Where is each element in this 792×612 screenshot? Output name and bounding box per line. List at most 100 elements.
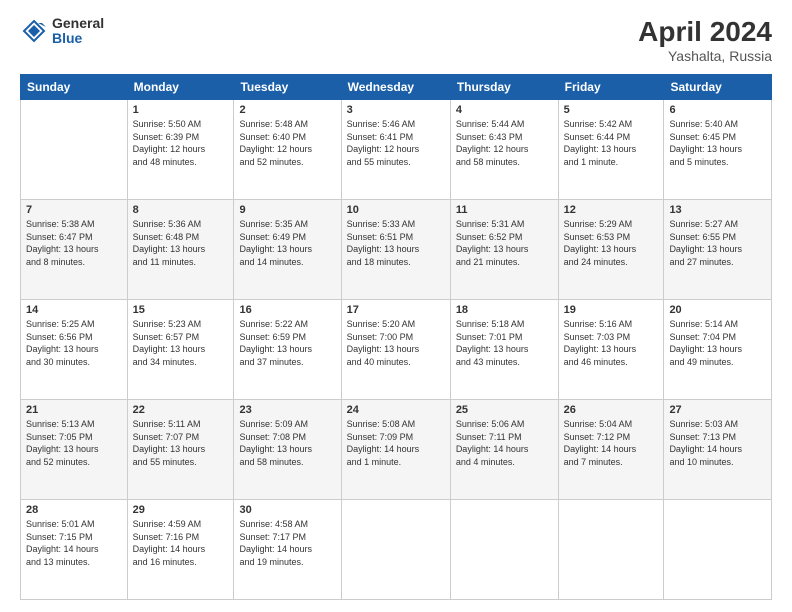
- day-number: 3: [347, 104, 445, 116]
- day-info: Sunrise: 5:14 AM Sunset: 7:04 PM Dayligh…: [669, 318, 766, 368]
- day-number: 2: [239, 104, 335, 116]
- col-friday: Friday: [558, 75, 664, 100]
- col-sunday: Sunday: [21, 75, 128, 100]
- day-info: Sunrise: 4:59 AM Sunset: 7:16 PM Dayligh…: [133, 518, 229, 568]
- day-number: 14: [26, 304, 122, 316]
- day-info: Sunrise: 5:48 AM Sunset: 6:40 PM Dayligh…: [239, 118, 335, 168]
- calendar-cell: 4 Sunrise: 5:44 AM Sunset: 6:43 PM Daylig…: [450, 100, 558, 200]
- calendar-cell: 8 Sunrise: 5:36 AM Sunset: 6:48 PM Daylig…: [127, 200, 234, 300]
- day-info: Sunrise: 5:35 AM Sunset: 6:49 PM Dayligh…: [239, 218, 335, 268]
- day-info: Sunrise: 5:08 AM Sunset: 7:09 PM Dayligh…: [347, 418, 445, 468]
- calendar-cell: [21, 100, 128, 200]
- calendar-cell: 18 Sunrise: 5:18 AM Sunset: 7:01 PM Dayli…: [450, 300, 558, 400]
- day-number: 4: [456, 104, 553, 116]
- day-info: Sunrise: 5:18 AM Sunset: 7:01 PM Dayligh…: [456, 318, 553, 368]
- calendar-cell: 23Sunrise: 5:09 AM Sunset: 7:08 PM Dayli…: [234, 400, 341, 500]
- calendar-table: Sunday Monday Tuesday Wednesday Thursday…: [20, 74, 772, 600]
- day-info: Sunrise: 5:50 AM Sunset: 6:39 PM Dayligh…: [133, 118, 229, 168]
- day-number: 19: [564, 304, 659, 316]
- calendar-cell: 3Sunrise: 5:46 AM Sunset: 6:41 PM Daylig…: [341, 100, 450, 200]
- title-block: April 2024 Yashalta, Russia: [638, 16, 772, 64]
- day-info: Sunrise: 5:38 AM Sunset: 6:47 PM Dayligh…: [26, 218, 122, 268]
- day-number: 17: [347, 304, 445, 316]
- calendar-row-5: 28 Sunrise: 5:01 AM Sunset: 7:15 PM Dayli…: [21, 500, 772, 600]
- calendar-row-3: 14 Sunrise: 5:25 AM Sunset: 6:56 PM Dayli…: [21, 300, 772, 400]
- calendar-cell: 27 Sunrise: 5:03 AM Sunset: 7:13 PM Dayli…: [664, 400, 772, 500]
- header: General Blue April 2024 Yashalta, Russia: [20, 16, 772, 64]
- day-number: 30: [239, 504, 335, 516]
- calendar-row-1: 1Sunrise: 5:50 AM Sunset: 6:39 PM Daylig…: [21, 100, 772, 200]
- calendar-cell: 12 Sunrise: 5:29 AM Sunset: 6:53 PM Dayli…: [558, 200, 664, 300]
- calendar-cell: [558, 500, 664, 600]
- day-number: 12: [564, 204, 659, 216]
- logo-general-text: General: [52, 16, 104, 31]
- calendar-cell: 29 Sunrise: 4:59 AM Sunset: 7:16 PM Dayli…: [127, 500, 234, 600]
- day-number: 29: [133, 504, 229, 516]
- day-number: 9: [239, 204, 335, 216]
- header-row: Sunday Monday Tuesday Wednesday Thursday…: [21, 75, 772, 100]
- day-info: Sunrise: 5:44 AM Sunset: 6:43 PM Dayligh…: [456, 118, 553, 168]
- day-info: Sunrise: 5:36 AM Sunset: 6:48 PM Dayligh…: [133, 218, 229, 268]
- calendar-cell: 2 Sunrise: 5:48 AM Sunset: 6:40 PM Daylig…: [234, 100, 341, 200]
- calendar-cell: 11Sunrise: 5:31 AM Sunset: 6:52 PM Dayli…: [450, 200, 558, 300]
- day-number: 13: [669, 204, 766, 216]
- calendar-cell: 20 Sunrise: 5:14 AM Sunset: 7:04 PM Dayli…: [664, 300, 772, 400]
- calendar-cell: [450, 500, 558, 600]
- day-info: Sunrise: 5:23 AM Sunset: 6:57 PM Dayligh…: [133, 318, 229, 368]
- calendar-cell: [664, 500, 772, 600]
- day-info: Sunrise: 5:11 AM Sunset: 7:07 PM Dayligh…: [133, 418, 229, 468]
- day-number: 22: [133, 404, 229, 416]
- logo: General Blue: [20, 16, 104, 47]
- calendar-cell: 22 Sunrise: 5:11 AM Sunset: 7:07 PM Dayli…: [127, 400, 234, 500]
- logo-blue-text: Blue: [52, 31, 104, 46]
- calendar-cell: 9 Sunrise: 5:35 AM Sunset: 6:49 PM Daylig…: [234, 200, 341, 300]
- calendar-cell: 14 Sunrise: 5:25 AM Sunset: 6:56 PM Dayli…: [21, 300, 128, 400]
- day-info: Sunrise: 5:42 AM Sunset: 6:44 PM Dayligh…: [564, 118, 659, 168]
- calendar-cell: 15 Sunrise: 5:23 AM Sunset: 6:57 PM Dayli…: [127, 300, 234, 400]
- calendar-cell: 5Sunrise: 5:42 AM Sunset: 6:44 PM Daylig…: [558, 100, 664, 200]
- calendar-cell: 28 Sunrise: 5:01 AM Sunset: 7:15 PM Dayli…: [21, 500, 128, 600]
- logo-text: General Blue: [52, 16, 104, 47]
- calendar-cell: 30Sunrise: 4:58 AM Sunset: 7:17 PM Dayli…: [234, 500, 341, 600]
- col-monday: Monday: [127, 75, 234, 100]
- calendar-cell: 17 Sunrise: 5:20 AM Sunset: 7:00 PM Dayli…: [341, 300, 450, 400]
- day-info: Sunrise: 5:22 AM Sunset: 6:59 PM Dayligh…: [239, 318, 335, 368]
- calendar-cell: 19 Sunrise: 5:16 AM Sunset: 7:03 PM Dayli…: [558, 300, 664, 400]
- day-info: Sunrise: 5:16 AM Sunset: 7:03 PM Dayligh…: [564, 318, 659, 368]
- day-info: Sunrise: 5:29 AM Sunset: 6:53 PM Dayligh…: [564, 218, 659, 268]
- day-number: 15: [133, 304, 229, 316]
- calendar-row-2: 7Sunrise: 5:38 AM Sunset: 6:47 PM Daylig…: [21, 200, 772, 300]
- calendar-cell: 13 Sunrise: 5:27 AM Sunset: 6:55 PM Dayli…: [664, 200, 772, 300]
- calendar-cell: 10Sunrise: 5:33 AM Sunset: 6:51 PM Dayli…: [341, 200, 450, 300]
- calendar-cell: 25Sunrise: 5:06 AM Sunset: 7:11 PM Dayli…: [450, 400, 558, 500]
- calendar-cell: 24 Sunrise: 5:08 AM Sunset: 7:09 PM Dayli…: [341, 400, 450, 500]
- calendar-cell: [341, 500, 450, 600]
- day-number: 27: [669, 404, 766, 416]
- day-info: Sunrise: 5:06 AM Sunset: 7:11 PM Dayligh…: [456, 418, 553, 468]
- day-info: Sunrise: 5:04 AM Sunset: 7:12 PM Dayligh…: [564, 418, 659, 468]
- day-info: Sunrise: 5:03 AM Sunset: 7:13 PM Dayligh…: [669, 418, 766, 468]
- day-info: Sunrise: 5:25 AM Sunset: 6:56 PM Dayligh…: [26, 318, 122, 368]
- calendar-cell: 16Sunrise: 5:22 AM Sunset: 6:59 PM Dayli…: [234, 300, 341, 400]
- day-number: 6: [669, 104, 766, 116]
- day-number: 8: [133, 204, 229, 216]
- calendar-cell: 1Sunrise: 5:50 AM Sunset: 6:39 PM Daylig…: [127, 100, 234, 200]
- day-info: Sunrise: 5:33 AM Sunset: 6:51 PM Dayligh…: [347, 218, 445, 268]
- page: General Blue April 2024 Yashalta, Russia…: [0, 0, 792, 612]
- day-info: Sunrise: 5:40 AM Sunset: 6:45 PM Dayligh…: [669, 118, 766, 168]
- calendar-cell: 7Sunrise: 5:38 AM Sunset: 6:47 PM Daylig…: [21, 200, 128, 300]
- day-info: Sunrise: 5:01 AM Sunset: 7:15 PM Dayligh…: [26, 518, 122, 568]
- calendar-cell: 26Sunrise: 5:04 AM Sunset: 7:12 PM Dayli…: [558, 400, 664, 500]
- day-info: Sunrise: 5:20 AM Sunset: 7:00 PM Dayligh…: [347, 318, 445, 368]
- day-number: 28: [26, 504, 122, 516]
- logo-icon: [20, 17, 48, 45]
- day-info: Sunrise: 5:09 AM Sunset: 7:08 PM Dayligh…: [239, 418, 335, 468]
- calendar-row-4: 21Sunrise: 5:13 AM Sunset: 7:05 PM Dayli…: [21, 400, 772, 500]
- col-wednesday: Wednesday: [341, 75, 450, 100]
- day-number: 11: [456, 204, 553, 216]
- location: Yashalta, Russia: [638, 48, 772, 64]
- day-number: 24: [347, 404, 445, 416]
- day-info: Sunrise: 5:27 AM Sunset: 6:55 PM Dayligh…: [669, 218, 766, 268]
- day-number: 20: [669, 304, 766, 316]
- day-number: 18: [456, 304, 553, 316]
